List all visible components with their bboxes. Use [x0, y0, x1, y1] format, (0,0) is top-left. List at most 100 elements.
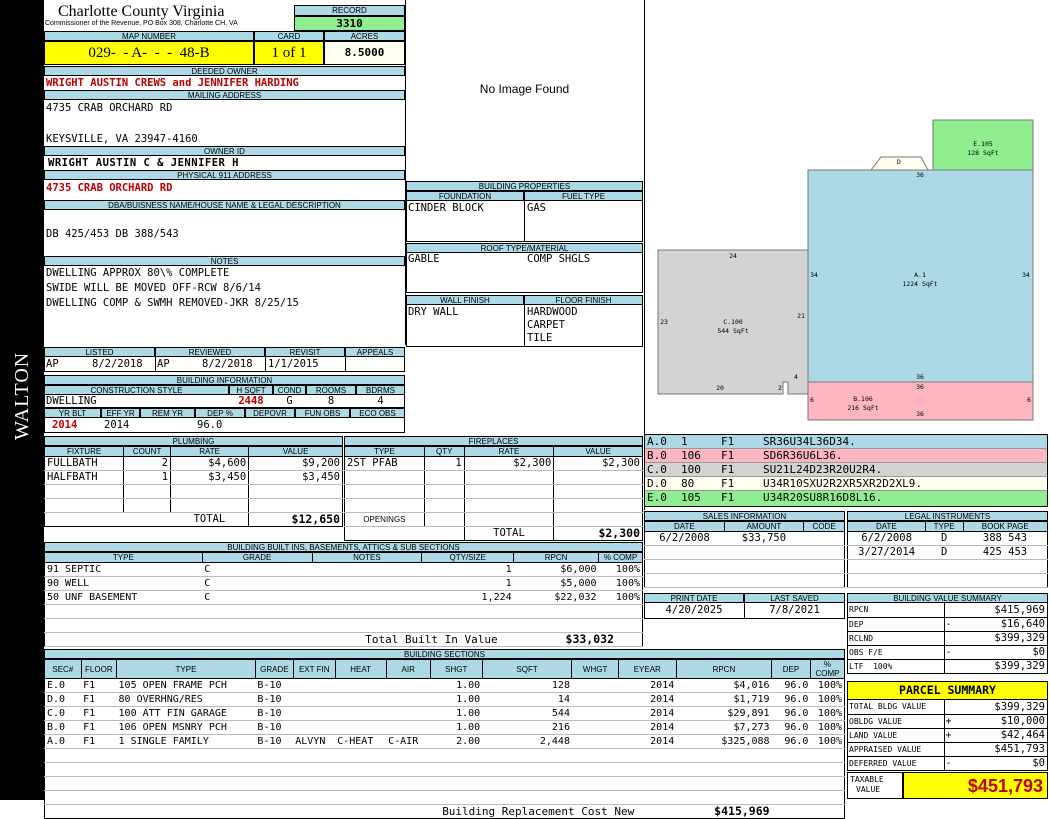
col-header: % COMP	[809, 659, 846, 679]
builtins-total-label: Total Built In Value	[202, 632, 514, 647]
builtins-total: $33,032	[513, 632, 643, 647]
table-row: 91 SEPTIC C 1 $6,000 100%	[44, 562, 643, 577]
revisit-date: 1/1/2015	[268, 358, 319, 370]
map-header: MAP NUMBER	[44, 31, 254, 41]
roof-material: COMP SHGLS	[527, 253, 591, 265]
revisit-header: REVISIT	[265, 347, 345, 357]
floor-value: CARPET	[527, 319, 565, 331]
floor-header: FLOOR FINISH	[524, 295, 643, 305]
col-header: SHGT	[429, 659, 483, 679]
building-info-row2	[44, 418, 405, 433]
col-header: TYPE	[44, 552, 203, 563]
col-header: DATE	[644, 521, 725, 532]
col-header: COUNT	[123, 446, 172, 457]
sketch-area-a: 1224 SqFt	[902, 280, 937, 288]
reviewed-by: AP	[157, 358, 170, 370]
table-row	[847, 559, 1048, 574]
col-header: NOTES	[311, 552, 423, 563]
yrblt-header: YR BLT	[44, 408, 101, 418]
plumbing-total-row: TOTAL $12,650	[45, 512, 343, 527]
bvs-row: DEP - $16,640	[847, 617, 1048, 632]
floor-value: HARDWOOD	[527, 306, 578, 318]
col-header: EXT FIN	[292, 659, 336, 679]
parcel-row: APPRAISED VALUE $451,793	[847, 742, 1048, 757]
sketch-code-row: A.0 1 F1 SR36U34L36D34.	[645, 435, 1047, 449]
sections-columns: SEC# FLOOR TYPE GRADE EXT FIN HEAT AIR SHGT SQFT…	[44, 659, 846, 679]
rooms-header: ROOMS	[306, 385, 356, 395]
bdrms-value: 4	[377, 395, 384, 407]
bvs-row: LTF 100% $399,329	[847, 659, 1045, 673]
record-value: 3310	[294, 16, 405, 31]
col-header: SEC#	[44, 659, 82, 679]
col-header: FIXTURE	[43, 446, 125, 457]
plumbing-table: FIXTURE COUNT RATE VALUE FULLBATH 2 $4,600 $9,…	[43, 446, 343, 527]
sketch-dim: 6	[810, 396, 814, 404]
sections-total-row: Building Replacement Cost New $415,969	[45, 805, 845, 819]
sketch-dim: 36	[916, 373, 924, 381]
sales-header: SALES INFORMATION	[644, 511, 845, 521]
col-header: RATE	[170, 446, 250, 457]
col-header: GRADE	[201, 552, 313, 563]
parcel-table: TOTAL BLDG VALUE $399,329 OBLDG VALUE + $10…	[847, 700, 1048, 771]
appeals-header: APPEALS	[345, 347, 405, 357]
last-saved-header: LAST SAVED	[744, 593, 845, 603]
table-row: C.0 F1 100 ATT FIN GARAGE B-10 1.00 544 2014 $2…	[44, 706, 845, 721]
sketch-codes: A.0 1 F1 SR36U34L36D34. B.0 106 F1 SD6R36U6L36…	[644, 434, 1048, 507]
ecoobs-header: ECO OBS	[350, 408, 405, 418]
col-header: AIR	[385, 659, 431, 679]
building-props-header: BUILDING PROPERTIES	[406, 181, 643, 191]
fireplaces-total: $2,300	[553, 526, 643, 541]
bdrms-header: BDRMS	[356, 385, 405, 395]
builtins-columns: TYPE GRADE NOTES QTY/SIZE RPCN% COMP	[44, 552, 643, 563]
legal-columns: DATE TYPE BOOK PAGE	[847, 521, 1049, 532]
table-row: B.0 F1 106 OPEN MSNRY PCH B-10 1.00 216 2014 $7…	[44, 720, 845, 735]
col-header: DEP	[771, 659, 811, 679]
notes-header: NOTES	[44, 256, 405, 266]
builtins-table: TYPE GRADE NOTES QTY/SIZE RPCN% COMP 91 SEPT…	[44, 552, 643, 647]
table-row: 2ST PFAB 1 $2,300 $2,300	[344, 456, 643, 471]
table-row	[344, 498, 643, 513]
reviewed-header: REVIEWED	[155, 347, 265, 357]
construction-style: DWELLING	[46, 395, 97, 407]
col-header: GRADE	[254, 659, 294, 679]
fireplaces-columns: TYPE QTY RATE VALUE	[344, 446, 643, 457]
acres-header: ACRES	[324, 31, 405, 41]
parcel-row: LAND VALUE + $42,464	[847, 728, 1048, 743]
sections-total: $415,969	[714, 804, 770, 818]
plumbing-columns: FIXTURE COUNT RATE VALUE	[43, 446, 343, 457]
print-date: 4/20/2025	[665, 604, 723, 616]
legal-header: LEGAL INSTRUMENTS	[847, 511, 1048, 521]
sketch-label-c: C.100	[723, 318, 743, 326]
county-title: Charlotte County Virginia	[58, 3, 225, 20]
sketch-label-b: B.106	[853, 395, 873, 403]
col-header: VALUE	[248, 446, 343, 457]
table-row: A.0 F1 1 SINGLE FAMILY B-10 ALVYN C-HEAT C-AIR…	[44, 734, 845, 749]
plumbing-total-label: TOTAL	[193, 513, 226, 525]
cond-header: COND	[273, 385, 306, 395]
taxable-label: TAXABLE	[850, 775, 884, 784]
col-header: VALUE	[553, 446, 643, 457]
col-header: RPCN	[513, 552, 600, 563]
table-row: FULLBATH 2 $4,600 $9,200	[44, 456, 343, 471]
floor-value: TILE	[527, 332, 553, 344]
divider	[524, 201, 525, 242]
dep-header: DEP %	[195, 408, 245, 418]
col-header: RATE	[463, 446, 555, 457]
table-row	[44, 604, 643, 619]
col-header: WHGT	[571, 659, 619, 679]
fireplaces-table: TYPE QTY RATE VALUE 2ST PFAB 1 $2,300 $2,300 O…	[344, 446, 643, 541]
listed-date: 8/2/2018	[92, 358, 143, 370]
mailing-header: MAILING ADDRESS	[44, 90, 405, 100]
col-header: EYEAR	[617, 659, 677, 679]
sketch-dim: 2	[778, 384, 782, 392]
sketch-dim: 24	[729, 252, 737, 260]
divider	[345, 357, 346, 372]
builtins-header: BUILDING BUILT INS, BASEMENTS, ATTICS & …	[44, 542, 643, 552]
fireplaces-header: FIREPLACES	[344, 436, 643, 446]
notes-line: SWIDE WILL BE MOVED OFF-RCW 8/6/14	[46, 282, 261, 294]
legal-desc-header: DBA/BUISNESS NAME/HOUSE NAME & LEGAL DES…	[44, 200, 405, 210]
notes-line: DWELLING APPROX 80\% COMPLETE	[46, 267, 230, 279]
table-row	[344, 484, 643, 499]
no-image-text: No Image Found	[479, 82, 570, 96]
rooms-value: 8	[327, 395, 335, 407]
